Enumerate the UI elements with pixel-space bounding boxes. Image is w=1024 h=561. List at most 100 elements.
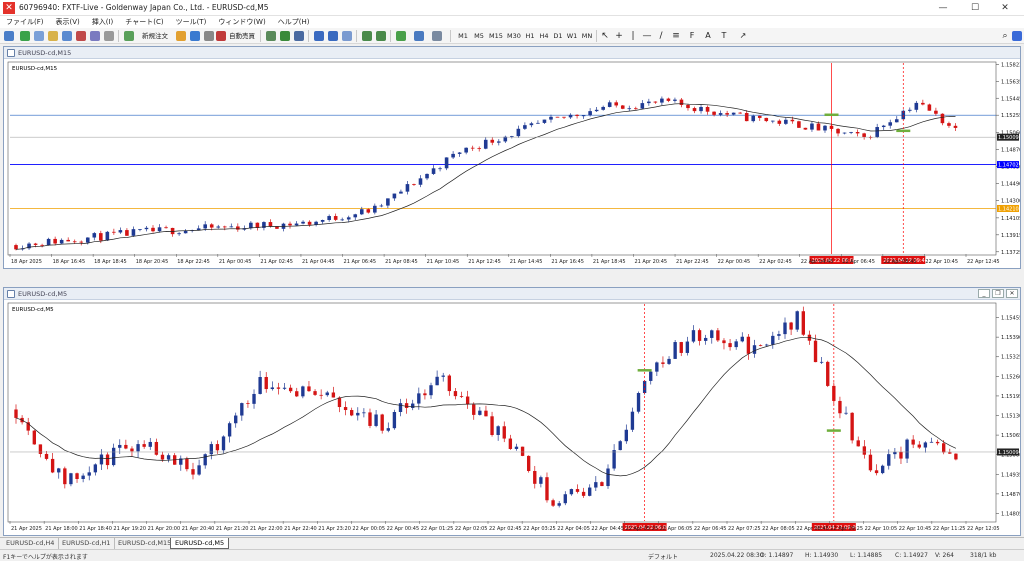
timeframe-m15[interactable]: M15 [488,30,504,42]
horizontal-line-icon[interactable]: — [642,30,652,42]
menu-view[interactable]: 表示(V) [50,16,86,28]
candle-body [105,454,110,466]
profiles-icon[interactable] [20,31,30,41]
tab-eurusd-h4[interactable]: EURUSD-cd,H4 [2,538,60,549]
candle-body [111,447,116,466]
candle-body [790,119,795,122]
chart-shift-icon[interactable] [376,31,386,41]
candle-body [295,391,299,397]
text-tool-icon[interactable]: A [702,30,714,42]
new-chart-icon[interactable] [4,31,14,41]
candle-body [105,231,110,241]
tab-eurusd-m15[interactable]: EURUSD-cd,M15 [114,538,177,549]
app-logo-icon: ✕ [3,2,15,14]
navigator-icon[interactable] [62,31,72,41]
fibonacci-icon[interactable]: F [686,30,698,42]
x-tick-label: 22 Apr 11:25 [933,526,966,532]
trendline-icon[interactable]: / [656,30,666,42]
zoom-in-icon[interactable] [314,31,324,41]
candle-body [685,341,690,353]
tab-eurusd-m5[interactable]: EURUSD-cd,M5 [170,538,230,549]
candle-body [320,220,325,222]
timeframe-m30[interactable]: M30 [506,30,522,42]
channel-icon[interactable]: ≡ [670,30,682,42]
community-icon[interactable] [1012,31,1022,41]
x-tick-label: 22 Apr 12:05 [967,526,1000,532]
candle-body [627,108,632,110]
zoom-out-icon[interactable] [328,31,338,41]
candle-body [392,412,397,429]
new-order-button[interactable]: 新規注文 [138,30,172,42]
menu-insert[interactable]: 挿入(I) [86,16,120,28]
auto-trade-button[interactable]: 自動売買 [228,30,256,42]
menu-file[interactable]: ファイル(F) [0,16,50,28]
x-tick-label: 21 Apr 04:45 [302,259,335,265]
new-order-icon[interactable] [124,31,134,41]
chart-close-button[interactable]: ✕ [1006,289,1018,298]
price-chart-m5[interactable]: EURUSD-cd,M5 1.15455 1.15390 1.15325 1.15260… [4,300,1022,535]
candle-body [359,209,364,215]
vertical-line-icon[interactable]: | [628,30,638,42]
x-tick-label: 22 Apr 06:45 [694,526,727,532]
auto-trading-icon[interactable] [176,31,186,41]
periods-icon[interactable] [414,31,424,41]
candle-body [356,412,360,416]
candle-body [888,122,893,126]
maximize-button[interactable]: ☐ [960,0,990,16]
timeframe-w1[interactable]: W1 [566,30,578,42]
timeframe-h1[interactable]: H1 [524,30,536,42]
chart-minimize-button[interactable]: _ [978,289,990,298]
candle-body [313,391,317,395]
candle-body [59,239,64,244]
candle-body [881,125,886,128]
candle-body [575,114,579,116]
x-tick-label: 21 Apr 20:40 [182,526,215,532]
candle-body [282,387,287,389]
market-watch-icon[interactable] [34,31,44,41]
auto-trade-icon[interactable] [216,31,226,41]
candle-body [148,441,152,447]
candle-body [746,336,751,354]
menu-help[interactable]: ヘルプ(H) [272,16,316,28]
candle-body [33,243,38,245]
candle-body [630,411,635,430]
timeframe-m5[interactable]: M5 [472,30,486,42]
y-tick-label: 1.15255 [1001,113,1020,119]
search-icon[interactable]: ⌕ [1000,30,1010,42]
bar-chart-icon[interactable] [266,31,276,41]
candle-body [562,116,566,118]
candlestick-icon[interactable] [280,31,290,41]
strategy-tester-icon[interactable] [90,31,100,41]
label-tool-icon[interactable]: T [718,30,730,42]
chart-restore-button[interactable]: ❐ [992,289,1004,298]
timeframe-mn[interactable]: MN [580,30,594,42]
indicators-icon[interactable] [396,31,406,41]
arrows-tool-icon[interactable]: ↗ [736,30,750,42]
tile-windows-icon[interactable] [342,31,352,41]
metaeditor-icon[interactable] [104,31,114,41]
minimize-button[interactable]: — [928,0,958,16]
templates-icon[interactable] [432,31,442,41]
price-chart-m15[interactable]: EURUSD-cd,M15 1.15823 1.15635 1.15445 1.1525… [4,59,1022,268]
timeframe-m1[interactable]: M1 [456,30,470,42]
line-chart-icon[interactable] [294,31,304,41]
terminal-icon[interactable] [76,31,86,41]
timeframe-d1[interactable]: D1 [552,30,564,42]
candle-body [411,403,415,408]
menu-tools[interactable]: ツール(T) [170,16,213,28]
tab-eurusd-h1[interactable]: EURUSD-cd,H1 [58,538,116,549]
crosshair-icon[interactable]: + [614,30,624,42]
candle-body [209,224,214,228]
settings-icon[interactable] [204,31,214,41]
candle-body [934,110,938,114]
options-icon[interactable] [190,31,200,41]
menu-chart[interactable]: チャート(C) [119,16,169,28]
menu-window[interactable]: ウィンドウ(W) [212,16,271,28]
autoscroll-icon[interactable] [362,31,372,41]
candle-body [679,342,683,353]
cursor-icon[interactable]: ↖ [600,30,610,42]
candle-body [874,470,879,474]
close-button[interactable]: ✕ [990,0,1020,16]
timeframe-h4[interactable]: H4 [538,30,550,42]
data-window-icon[interactable] [48,31,58,41]
